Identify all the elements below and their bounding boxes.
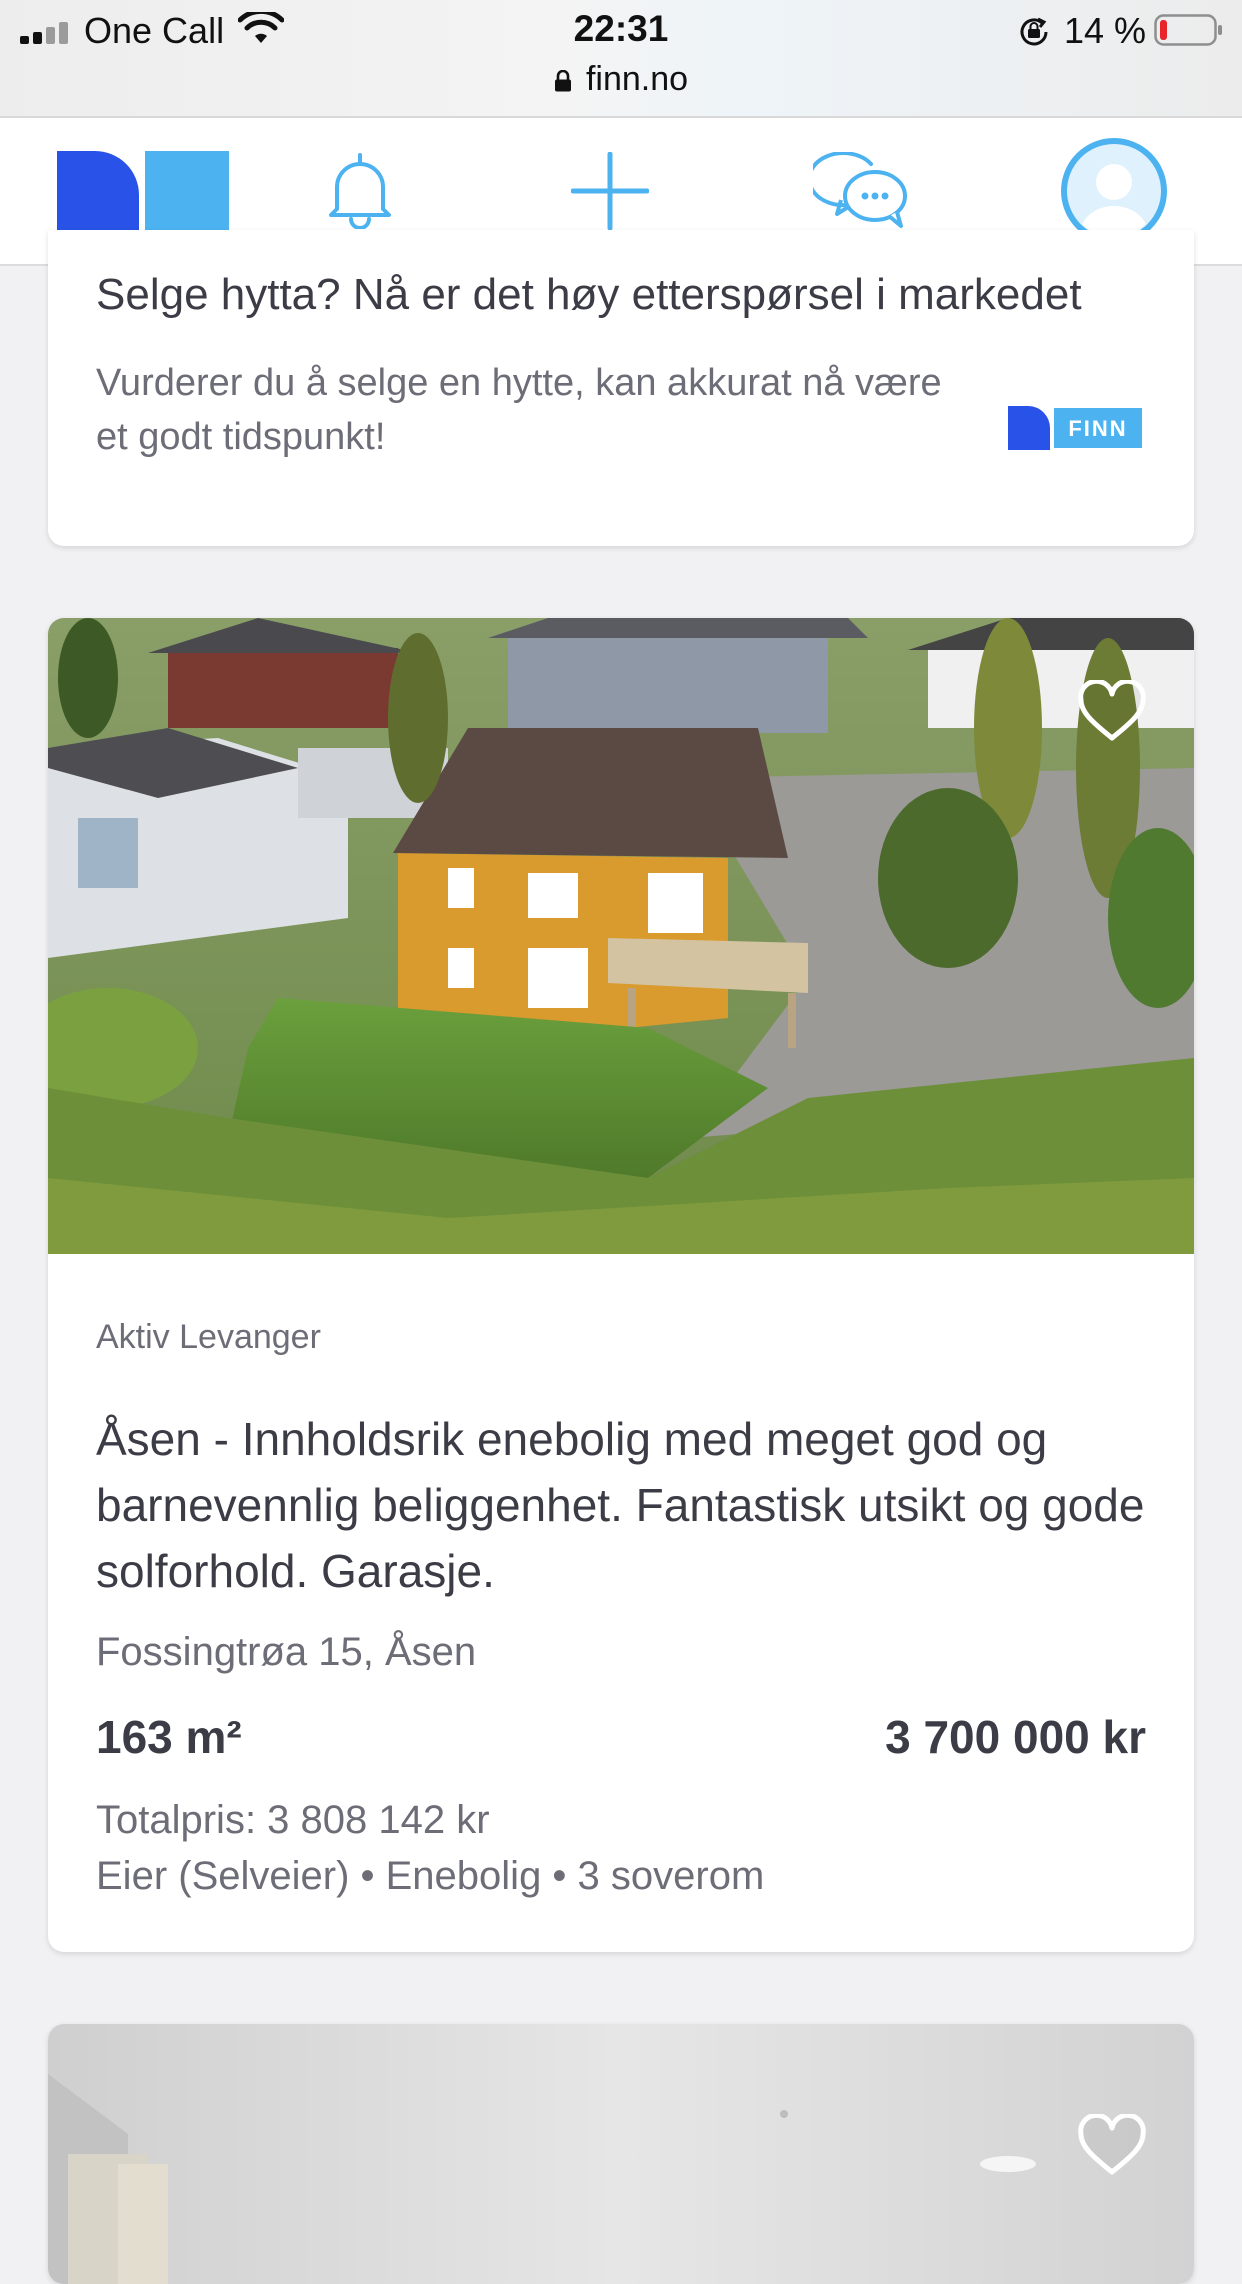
listing-photo[interactable] — [48, 618, 1194, 1254]
promo-card[interactable]: Selge hytta? Nå er det høy etterspørsel … — [48, 230, 1194, 546]
clock: 22:31 — [573, 8, 669, 49]
favorite-heart-icon[interactable] — [1076, 2114, 1148, 2178]
listing-photo-next[interactable] — [48, 2024, 1194, 2284]
battery-percent: 14 % — [1064, 10, 1147, 51]
listing-card-next[interactable] — [48, 2024, 1194, 2284]
url-text: finn.no — [585, 60, 689, 98]
finn-badge-icon: FINN — [1008, 406, 1142, 450]
listing-address: Fossingtrøa 15, Åsen — [96, 1630, 477, 1674]
listing-price: 3 700 000 kr — [885, 1711, 1146, 1763]
battery-icon — [1154, 14, 1222, 46]
listing-meta: Eier (Selveier) • Enebolig • 3 soverom — [96, 1854, 765, 1898]
address-bar[interactable]: finn.no — [0, 60, 1242, 99]
promo-description: Vurderer du å selge en hytte, kan akkura… — [96, 362, 942, 458]
lock-icon — [554, 70, 571, 92]
listing-title[interactable]: Åsen - Innholdsrik enebolig med meget go… — [96, 1406, 1156, 1604]
favorite-heart-icon[interactable] — [1076, 680, 1148, 744]
listing-agency: Aktiv Levanger — [96, 1318, 321, 1356]
finn-badge-text: FINN — [1068, 416, 1127, 441]
promo-title: Selge hytta? Nå er det høy etterspørsel … — [96, 270, 1082, 319]
listing-size: 163 m² — [96, 1711, 242, 1763]
status-bar: One Call 22:31 finn.no 14 % — [0, 0, 1242, 118]
rotation-lock-icon — [1020, 17, 1048, 46]
listing-total-price: Totalpris: 3 808 142 kr — [96, 1798, 490, 1842]
listing-card[interactable]: Aktiv Levanger Åsen - Innholdsrik enebol… — [48, 618, 1194, 1952]
